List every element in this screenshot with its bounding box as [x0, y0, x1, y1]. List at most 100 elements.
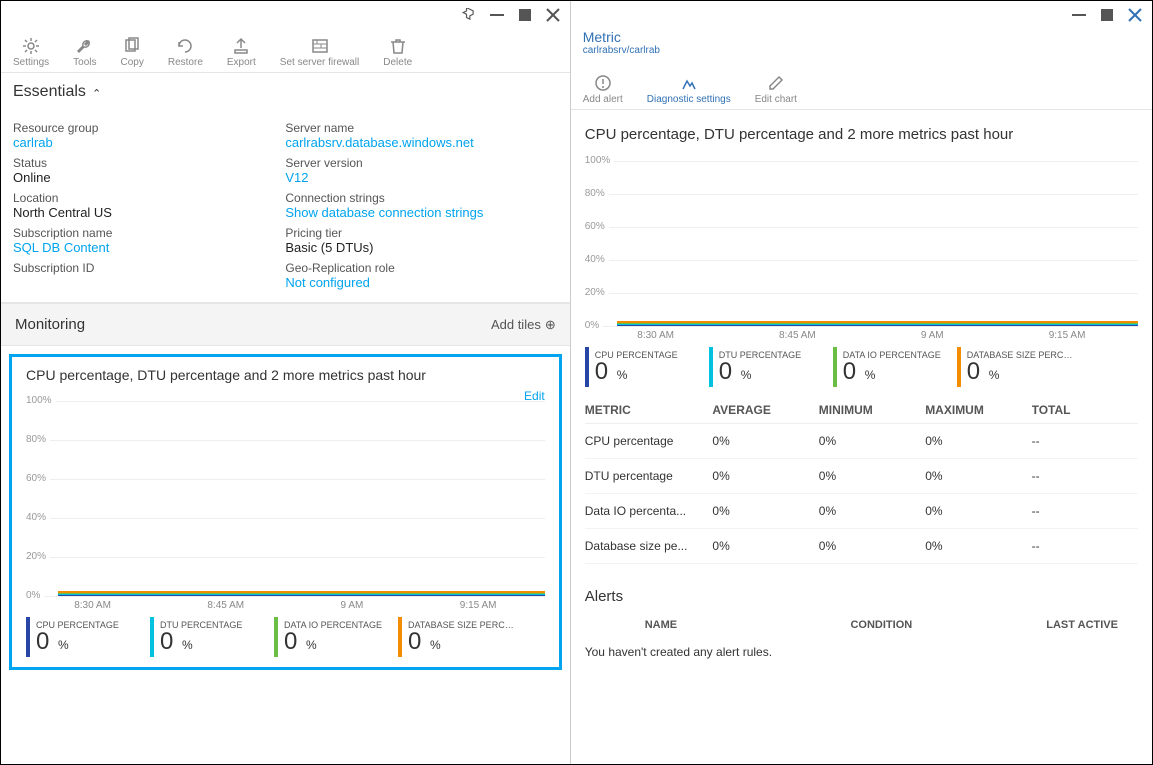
table-row[interactable]: DTU percentage0%0%0%-- — [585, 459, 1138, 494]
table-cell: -- — [1032, 504, 1138, 518]
pin-icon[interactable] — [462, 8, 476, 22]
metric-tile[interactable]: DATA IO PERCENTAGE0 % — [274, 617, 384, 657]
close-icon[interactable] — [1128, 8, 1142, 22]
essential-label: Server version — [285, 156, 557, 170]
metric-tile[interactable]: DATABASE SIZE PERCENT...0 % — [957, 347, 1077, 387]
alerts-header-cell: LAST ACTIVE — [960, 619, 1138, 631]
toolbar-tools[interactable]: Tools — [73, 37, 96, 68]
gridline: 100% — [585, 161, 1138, 173]
monitoring-title: Monitoring — [15, 316, 85, 333]
gridline: 0% — [26, 596, 545, 608]
metric-color-bar — [833, 347, 837, 387]
essential-value[interactable]: Not configured — [285, 275, 557, 290]
gridline: 60% — [26, 479, 545, 491]
table-cell: 0% — [925, 539, 1031, 553]
toolbar-set-server-firewall[interactable]: Set server firewall — [280, 37, 359, 68]
toolbar-copy[interactable]: Copy — [121, 37, 144, 68]
firewall-icon — [311, 37, 329, 55]
table-row[interactable]: Data IO percenta...0%0%0%-- — [585, 494, 1138, 529]
chevron-up-icon: ⌄ — [92, 86, 101, 99]
toolbar-edit-chart[interactable]: Edit chart — [755, 74, 797, 105]
metric-tile[interactable]: CPU PERCENTAGE0 % — [585, 347, 695, 387]
essential-value[interactable]: SQL DB Content — [13, 240, 285, 255]
essential-label: Subscription name — [13, 226, 285, 240]
table-header: MINIMUM — [819, 403, 925, 417]
monitoring-chart-card[interactable]: CPU percentage, DTU percentage and 2 mor… — [9, 354, 562, 670]
gridline: 60% — [585, 227, 1138, 239]
metric-color-bar — [957, 347, 961, 387]
table-header: AVERAGE — [712, 403, 818, 417]
metric-tile[interactable]: CPU PERCENTAGE0 % — [26, 617, 136, 657]
metric-color-bar — [150, 617, 154, 657]
essential-label: Location — [13, 191, 285, 205]
gridline: 40% — [585, 260, 1138, 272]
essential-value: Basic (5 DTUs) — [285, 240, 557, 255]
metric-tile[interactable]: DTU PERCENTAGE0 % — [150, 617, 260, 657]
table-header: MAXIMUM — [925, 403, 1031, 417]
export-icon — [232, 37, 250, 55]
essential-label: Resource group — [13, 121, 285, 135]
table-cell: 0% — [712, 504, 818, 518]
table-row[interactable]: CPU percentage0%0%0%-- — [585, 424, 1138, 459]
gear-icon — [22, 37, 40, 55]
monitoring-header: Monitoring Add tiles ⊕ — [1, 303, 570, 346]
table-cell: Database size pe... — [585, 539, 713, 553]
essential-value[interactable]: Show database connection strings — [285, 205, 557, 220]
essential-value: Online — [13, 170, 285, 185]
metric-tile[interactable]: DATA IO PERCENTAGE0 % — [833, 347, 943, 387]
table-header: METRIC — [585, 403, 713, 417]
window-controls-left — [1, 1, 570, 25]
table-cell: 0% — [925, 469, 1031, 483]
table-cell: 0% — [819, 434, 925, 448]
metric-blade-sub: carlrabsrv/carlrab — [583, 45, 1140, 56]
table-cell: 0% — [712, 469, 818, 483]
essential-label: Server name — [285, 121, 557, 135]
metric-color-bar — [26, 617, 30, 657]
metric-tile[interactable]: DTU PERCENTAGE0 % — [709, 347, 819, 387]
metric-color-bar — [398, 617, 402, 657]
gridline: 0% — [585, 326, 1138, 338]
maximize-icon[interactable] — [518, 8, 532, 22]
essential-value[interactable]: V12 — [285, 170, 557, 185]
metric-color-bar — [274, 617, 278, 657]
metric-value: 0 % — [160, 630, 242, 654]
metric-color-bar — [709, 347, 713, 387]
alert-icon — [594, 74, 612, 92]
essentials-title: Essentials — [13, 83, 86, 101]
essential-value[interactable]: carlrabsrv.database.windows.net — [285, 135, 557, 150]
no-alerts-message: You haven't created any alert rules. — [585, 645, 1138, 659]
toolbar-add-alert[interactable]: Add alert — [583, 74, 623, 105]
essentials-header[interactable]: Essentials ⌄ — [1, 73, 570, 111]
minimize-icon[interactable] — [490, 8, 504, 22]
right-chart-title: CPU percentage, DTU percentage and 2 mor… — [585, 126, 1138, 143]
metric-tile[interactable]: DATABASE SIZE PERCENT...0 % — [398, 617, 518, 657]
metric-value: 0 % — [408, 630, 518, 654]
series-line — [617, 321, 1138, 323]
gridline: 100% — [26, 401, 545, 413]
essential-label: Connection strings — [285, 191, 557, 205]
close-icon[interactable] — [546, 8, 560, 22]
essential-value[interactable]: carlrab — [13, 135, 285, 150]
maximize-icon[interactable] — [1100, 8, 1114, 22]
copy-icon — [123, 37, 141, 55]
wrench-icon — [76, 37, 94, 55]
add-tiles-button[interactable]: Add tiles ⊕ — [491, 317, 556, 333]
gridline: 40% — [26, 518, 545, 530]
metric-blade-title: Metric — [583, 29, 1140, 45]
toolbar-export[interactable]: Export — [227, 37, 256, 68]
table-cell: 0% — [819, 539, 925, 553]
metric-value: 0 % — [595, 360, 678, 384]
table-cell: 0% — [925, 434, 1031, 448]
table-row[interactable]: Database size pe...0%0%0%-- — [585, 529, 1138, 564]
toolbar-restore[interactable]: Restore — [168, 37, 203, 68]
table-cell: 0% — [712, 539, 818, 553]
table-cell: -- — [1032, 469, 1138, 483]
essential-value: North Central US — [13, 205, 285, 220]
table-cell: 0% — [819, 504, 925, 518]
toolbar-settings[interactable]: Settings — [13, 37, 49, 68]
left-toolbar: Settings Tools Copy Restore Export Set server… — [1, 25, 570, 73]
toolbar-diagnostic-settings[interactable]: Diagnostic settings — [647, 74, 731, 105]
toolbar-delete[interactable]: Delete — [383, 37, 412, 68]
gridline: 80% — [26, 440, 545, 452]
minimize-icon[interactable] — [1072, 8, 1086, 22]
